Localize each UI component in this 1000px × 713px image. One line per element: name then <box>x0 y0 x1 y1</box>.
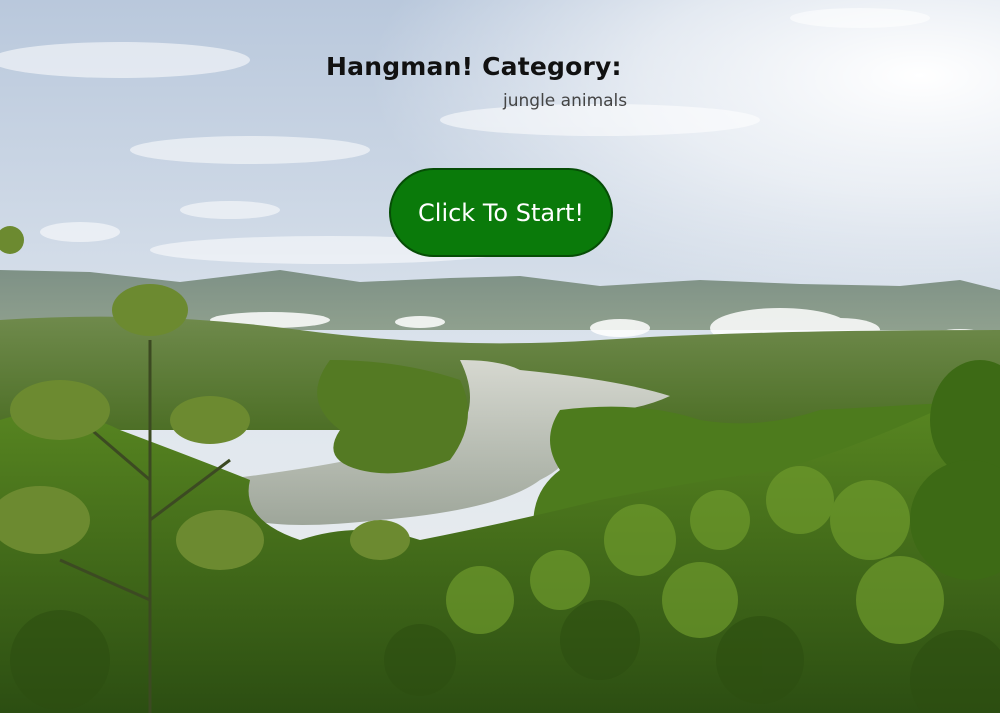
start-button[interactable]: Click To Start! <box>389 168 613 257</box>
page-title: Hangman! Category: <box>326 52 622 81</box>
jungle-background-image <box>0 0 1000 713</box>
category-label: jungle animals <box>503 91 628 111</box>
